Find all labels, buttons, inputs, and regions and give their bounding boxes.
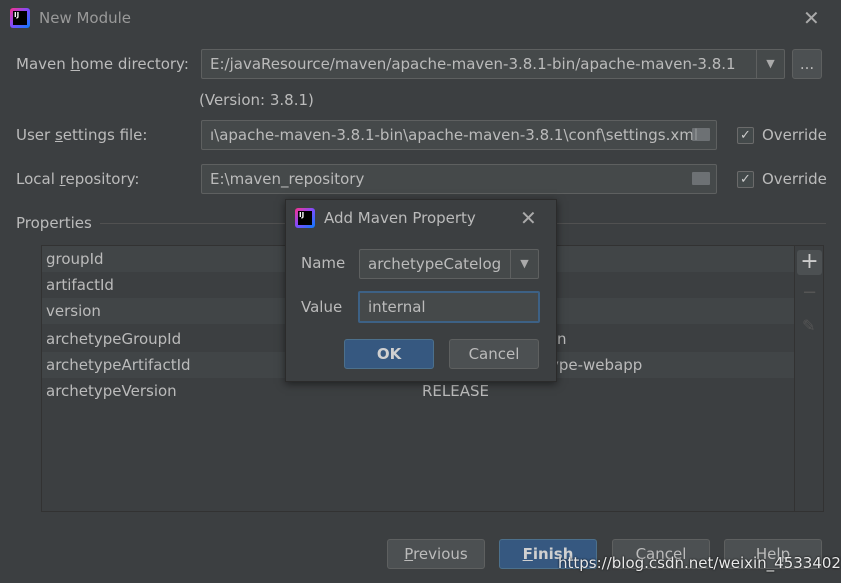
maven-home-combo[interactable]: E:/javaResource/maven/apache-maven-3.8.1… <box>201 49 785 79</box>
value-input[interactable]: internal <box>358 291 540 323</box>
local-repo-label: Local repository: <box>16 170 140 188</box>
value-text: internal <box>368 298 426 316</box>
user-settings-input[interactable]: ı\apache-maven-3.8.1-bin\apache-maven-3.… <box>201 120 717 150</box>
property-name: archetypeVersion <box>46 382 177 400</box>
maven-home-value: E:/javaResource/maven/apache-maven-3.8.1… <box>210 55 736 73</box>
window-title: New Module <box>39 9 132 27</box>
chevron-down-icon[interactable]: ▼ <box>510 250 538 278</box>
override-label: Override <box>762 170 827 188</box>
name-combo[interactable]: archetypeCatelog ▼ <box>359 249 539 279</box>
property-value: n <box>557 330 567 348</box>
ok-button[interactable]: OK <box>344 339 434 369</box>
add-maven-property-dialog: IJ Add Maven Property ✕ Name archetypeCa… <box>285 199 557 382</box>
local-repo-value: E:\maven_repository <box>210 170 365 188</box>
app-logo: IJ <box>295 208 315 228</box>
dialog-cancel-button[interactable]: Cancel <box>449 339 539 369</box>
user-settings-value: ı\apache-maven-3.8.1-bin\apache-maven-3.… <box>210 126 699 144</box>
local-repo-input[interactable]: E:\maven_repository <box>201 164 717 194</box>
value-label: Value <box>301 298 343 316</box>
maven-home-label: Maven home directory: <box>16 55 189 73</box>
edit-icon[interactable]: ✎ <box>802 316 815 335</box>
folder-icon[interactable] <box>692 172 710 185</box>
property-name: archetypeGroupId <box>46 330 182 348</box>
properties-title: Properties <box>16 214 92 232</box>
property-name: artifactId <box>46 276 114 294</box>
watermark: https://blog.csdn.net/weixin_45334022 <box>558 554 841 572</box>
close-icon[interactable]: ✕ <box>520 208 537 228</box>
browse-button[interactable]: ... <box>792 49 822 79</box>
property-name: archetypeArtifactId <box>46 356 191 374</box>
add-property-button[interactable]: + <box>797 250 822 275</box>
user-settings-label: User settings file: <box>16 126 148 144</box>
chevron-down-icon[interactable]: ▼ <box>756 50 784 78</box>
app-logo: IJ <box>10 8 30 28</box>
property-value: ype-webapp <box>550 356 643 374</box>
dialog-title: Add Maven Property <box>324 209 476 227</box>
previous-button[interactable]: Previous <box>387 539 485 569</box>
maven-version: (Version: 3.8.1) <box>199 91 314 109</box>
local-repo-override-checkbox[interactable]: ✓ <box>737 171 754 188</box>
close-icon[interactable]: ✕ <box>803 8 820 28</box>
remove-property-button[interactable]: − <box>797 282 822 303</box>
divider <box>794 246 795 511</box>
name-value: archetypeCatelog <box>368 255 502 273</box>
property-name: version <box>46 302 101 320</box>
folder-icon[interactable] <box>692 128 710 141</box>
override-label: Override <box>762 126 827 144</box>
name-label: Name <box>301 254 346 272</box>
user-settings-override-checkbox[interactable]: ✓ <box>737 127 754 144</box>
property-name: groupId <box>46 250 104 268</box>
